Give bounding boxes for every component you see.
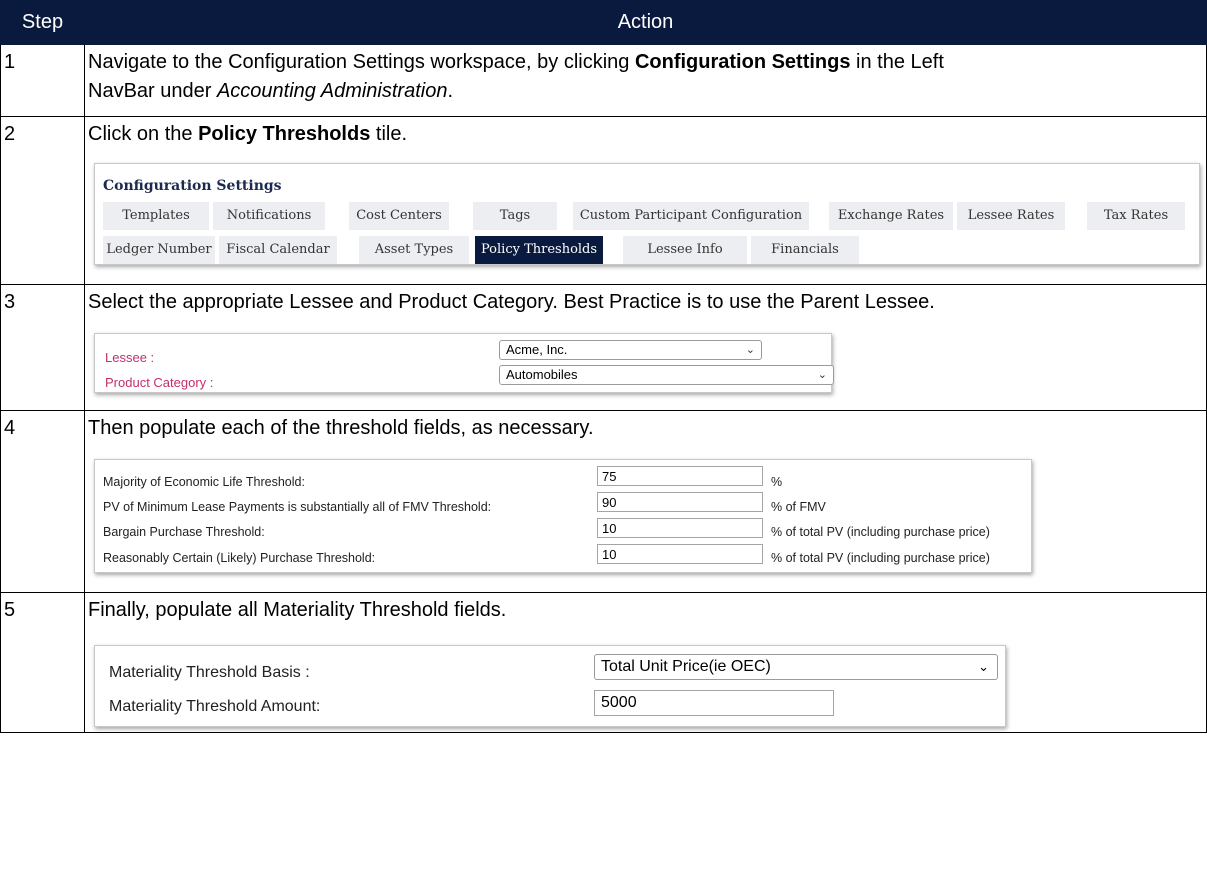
- step-number: 3: [0, 284, 85, 411]
- step-action: Click on the Policy Thresholds tile. Con…: [84, 116, 1207, 285]
- materiality-basis-label: Materiality Threshold Basis :: [109, 664, 310, 681]
- chevron-down-icon: ⌄: [978, 659, 989, 674]
- tile-custom-participant-configuration[interactable]: Custom Participant Configuration: [573, 202, 809, 230]
- tile-exchange-rates[interactable]: Exchange Rates: [829, 202, 953, 230]
- step-number: 4: [0, 410, 85, 593]
- table-row: 3 Select the appropriate Lessee and Prod…: [0, 284, 1207, 411]
- product-category-label: Product Category :: [105, 375, 214, 390]
- action-column-header: Action: [84, 0, 1207, 45]
- instruction-bold: Configuration Settings: [634, 51, 851, 73]
- tile-fiscal-calendar[interactable]: Fiscal Calendar: [219, 236, 337, 264]
- tile-financials[interactable]: Financials: [751, 236, 859, 264]
- step-number: 2: [0, 116, 85, 285]
- lessee-form-panel: Lessee : Acme, Inc. ⌄ Product Category :…: [94, 333, 834, 393]
- chevron-down-icon: ⌄: [817, 369, 827, 381]
- instruction-line: Click on the Policy Thresholds tile.: [88, 120, 1206, 149]
- tile-ledger-number[interactable]: Ledger Number: [103, 236, 215, 264]
- step-action: Then populate each of the threshold fiel…: [84, 410, 1207, 593]
- instruction-line: Finally, populate all Materiality Thresh…: [88, 599, 507, 621]
- materiality-panel: Materiality Threshold Basis : Total Unit…: [94, 645, 1006, 727]
- tile-lessee-rates[interactable]: Lessee Rates: [957, 202, 1065, 230]
- step-action: Navigate to the Configuration Settings w…: [84, 44, 1207, 117]
- table-row: 5 Finally, populate all Materiality Thre…: [0, 592, 1207, 733]
- product-category-select[interactable]: Automobiles ⌄: [499, 365, 834, 385]
- tile-tax-rates[interactable]: Tax Rates: [1087, 202, 1185, 230]
- lessee-select[interactable]: Acme, Inc. ⌄: [499, 340, 762, 360]
- fmv-threshold-input[interactable]: 90: [597, 492, 763, 512]
- tile-policy-thresholds[interactable]: Policy Thresholds: [475, 236, 603, 264]
- materiality-basis-select[interactable]: Total Unit Price(ie OEC) ⌄: [594, 654, 998, 680]
- tile-asset-types[interactable]: Asset Types: [359, 236, 469, 264]
- table-row: 2 Click on the Policy Thresholds tile. C…: [0, 116, 1207, 285]
- step-column-header: Step: [0, 0, 85, 45]
- step-number: 1: [0, 44, 85, 117]
- table-row: 1 Navigate to the Configuration Settings…: [0, 44, 1207, 117]
- step-number: 5: [0, 592, 85, 733]
- instruction-text: tile.: [370, 123, 408, 145]
- materiality-amount-label: Materiality Threshold Amount:: [109, 698, 321, 715]
- instruction-line: Then populate each of the threshold fiel…: [88, 417, 594, 439]
- step-action: Finally, populate all Materiality Thresh…: [84, 592, 1207, 733]
- header-row: Step Action: [0, 0, 1207, 45]
- chevron-down-icon: ⌄: [745, 344, 755, 356]
- table-row: 4 Then populate each of the threshold fi…: [0, 410, 1207, 593]
- instruction-text: .: [447, 80, 454, 102]
- instruction-text: Click on the: [88, 123, 199, 145]
- likely-purchase-threshold-input[interactable]: 10: [597, 544, 763, 564]
- threshold-label: Reasonably Certain (Likely) Purchase Thr…: [103, 551, 376, 565]
- lessee-value: Acme, Inc.: [506, 342, 568, 357]
- product-category-value: Automobiles: [506, 367, 578, 382]
- panel-title: Configuration Settings: [103, 178, 282, 194]
- instruction-italic: Accounting Administration: [216, 80, 448, 102]
- thresholds-panel: Majority of Economic Life Threshold: 75 …: [94, 459, 1032, 573]
- threshold-label: Bargain Purchase Threshold:: [103, 525, 265, 539]
- tile-templates[interactable]: Templates: [103, 202, 209, 230]
- instruction-text: NavBar under: [88, 80, 217, 102]
- tile-cost-centers[interactable]: Cost Centers: [349, 202, 449, 230]
- tile-notifications[interactable]: Notifications: [213, 202, 325, 230]
- economic-life-threshold-input[interactable]: 75: [597, 466, 763, 486]
- threshold-suffix: % of total PV (including purchase price): [771, 551, 990, 565]
- instruction-line: Navigate to the Configuration Settings w…: [88, 48, 1206, 77]
- steps-table: Step Action 1 Navigate to the Configurat…: [0, 0, 1207, 733]
- instruction-text: in the Left: [850, 51, 944, 73]
- materiality-basis-value: Total Unit Price(ie OEC): [601, 658, 771, 675]
- instruction-line: Select the appropriate Lessee and Produc…: [88, 291, 935, 313]
- instruction-bold: Policy Thresholds: [198, 123, 371, 145]
- threshold-suffix: % of total PV (including purchase price): [771, 525, 990, 539]
- tile-lessee-info[interactable]: Lessee Info: [623, 236, 747, 264]
- step-action: Select the appropriate Lessee and Produc…: [84, 284, 1207, 411]
- materiality-amount-input[interactable]: 5000: [594, 690, 834, 716]
- tile-tags[interactable]: Tags: [473, 202, 557, 230]
- configuration-settings-panel: Configuration Settings Templates Notific…: [94, 163, 1200, 265]
- instruction-text: Navigate to the Configuration Settings w…: [88, 51, 635, 73]
- instruction-line: NavBar under Accounting Administration.: [88, 77, 1206, 106]
- bargain-purchase-threshold-input[interactable]: 10: [597, 518, 763, 538]
